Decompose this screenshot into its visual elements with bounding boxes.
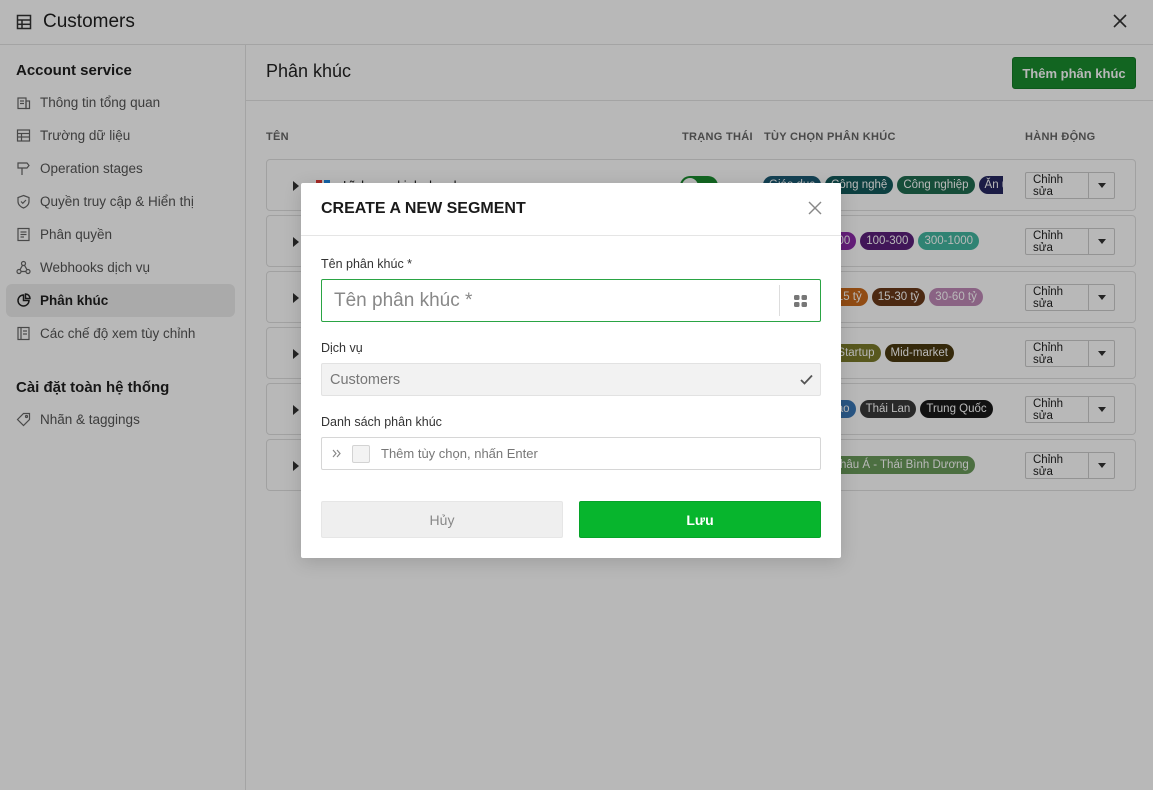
service-select[interactable]: Customers — [321, 363, 821, 396]
close-icon[interactable] — [807, 200, 823, 216]
service-label: Dịch vụ — [321, 341, 363, 355]
segment-options-field — [321, 437, 821, 470]
segment-option-input[interactable] — [370, 438, 820, 469]
dialog-title: CREATE A NEW SEGMENT — [321, 200, 526, 217]
segment-name-input[interactable] — [322, 280, 779, 321]
cancel-button[interactable]: Hủy — [321, 501, 563, 538]
service-value: Customers — [330, 371, 401, 388]
check-icon — [799, 372, 814, 387]
dialog-header: CREATE A NEW SEGMENT — [301, 183, 841, 236]
grid-dots-icon[interactable] — [779, 285, 820, 316]
double-chevron-right-icon — [332, 446, 346, 461]
segment-name-label: Tên phân khúc * — [321, 257, 413, 271]
create-segment-dialog: CREATE A NEW SEGMENT Tên phân khúc * Dịc… — [301, 183, 841, 558]
segment-name-field — [321, 279, 821, 322]
option-color-swatch[interactable] — [352, 444, 370, 463]
segment-list-label: Danh sách phân khúc — [321, 415, 442, 429]
save-button[interactable]: Lưu — [579, 501, 821, 538]
